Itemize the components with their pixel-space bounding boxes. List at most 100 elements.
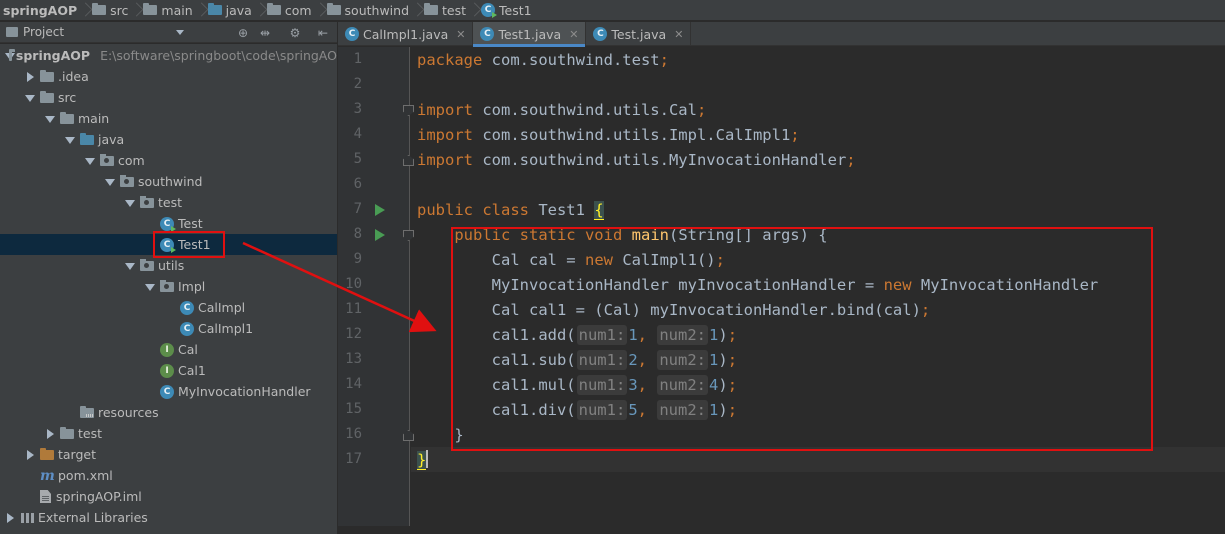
run-icon[interactable] <box>375 229 385 241</box>
tab-label: Test1.java <box>498 26 562 42</box>
close-icon[interactable]: ✕ <box>569 28 578 41</box>
breadcrumb-item[interactable]: java <box>205 0 256 20</box>
expand-down-icon[interactable] <box>43 113 57 125</box>
project-panel-header: Project ⊕ ⇹ ⚙ ⇤ <box>0 22 337 43</box>
annotation-highlight-box <box>153 231 225 258</box>
tree-item-label: Test <box>178 216 203 231</box>
editor-tab[interactable]: C Test1.java ✕ <box>473 22 587 47</box>
expand-down-icon[interactable] <box>23 92 37 104</box>
breadcrumb-item[interactable]: src <box>89 0 132 20</box>
close-icon[interactable]: ✕ <box>674 28 683 41</box>
tree-item[interactable]: resources <box>0 402 337 423</box>
code-token: public class <box>417 201 529 219</box>
expand-down-icon[interactable] <box>143 281 157 293</box>
line-number: 3 <box>353 101 362 117</box>
locate-icon[interactable]: ⊕ <box>236 26 250 40</box>
editor-tab-bar: C CalImpl1.java ✕ C Test1.java ✕ C Test.java ✕ <box>338 22 1225 47</box>
editor-tab[interactable]: C Test.java ✕ <box>586 22 692 46</box>
expand-down-icon[interactable] <box>123 197 137 209</box>
tree-item[interactable]: C CalImpl <box>0 297 337 318</box>
code-token: import <box>417 101 473 119</box>
line-number: 15 <box>345 401 362 417</box>
class-icon: C <box>160 384 174 399</box>
line-number: 10 <box>345 276 362 292</box>
fold-marker-icon[interactable] <box>403 155 414 166</box>
tree-item[interactable]: springAOP.iml <box>0 486 337 507</box>
project-view-selector[interactable]: Project <box>6 25 64 39</box>
no-arrow <box>163 323 177 335</box>
breadcrumb-item[interactable]: C Test1 <box>478 0 536 20</box>
expand-down-icon[interactable] <box>3 50 15 62</box>
tree-item[interactable]: springAOP E:\software\springboot\code\spr… <box>0 45 337 66</box>
folder-icon <box>143 3 158 15</box>
tree-item[interactable]: C CalImpl1 <box>0 318 337 339</box>
breadcrumb-item[interactable]: southwind <box>324 0 413 20</box>
folder-icon <box>92 3 107 15</box>
code-token: package <box>417 51 483 69</box>
horizontal-scrollbar[interactable] <box>338 526 1225 534</box>
run-icon[interactable] <box>375 204 385 216</box>
expand-down-icon[interactable] <box>123 260 137 272</box>
fold-marker-icon[interactable] <box>403 430 414 441</box>
tree-item[interactable]: java <box>0 129 337 150</box>
folder-blue-icon <box>80 132 94 145</box>
code-token: com.southwind.utils.MyInvocationHandler <box>473 151 847 169</box>
tree-item[interactable]: External Libraries <box>0 507 337 528</box>
tree-item-label: MyInvocationHandler <box>178 384 311 399</box>
expand-right-icon[interactable] <box>43 428 57 440</box>
fold-marker-icon[interactable] <box>403 230 414 241</box>
breadcrumb-item[interactable]: main <box>140 0 196 20</box>
code-line: package com.southwind.test; <box>417 48 669 73</box>
close-icon[interactable]: ✕ <box>456 28 465 41</box>
tree-item[interactable]: com <box>0 150 337 171</box>
expand-right-icon[interactable] <box>23 71 37 83</box>
hide-panel-icon[interactable]: ⇤ <box>316 26 330 40</box>
expand-down-icon[interactable] <box>103 176 117 188</box>
code-token: ; <box>696 101 707 119</box>
tree-item[interactable]: I Cal <box>0 339 337 360</box>
tree-item[interactable]: I Cal1 <box>0 360 337 381</box>
breadcrumb-item[interactable]: springAOP <box>0 0 81 20</box>
breadcrumb-label: southwind <box>344 2 410 18</box>
tree-item[interactable]: src <box>0 87 337 108</box>
expand-down-icon[interactable] <box>63 134 77 146</box>
breadcrumb-separator <box>470 0 478 20</box>
code-token: import <box>417 126 473 144</box>
line-number: 2 <box>353 76 362 92</box>
no-arrow <box>143 365 157 377</box>
tree-item[interactable]: test <box>0 192 337 213</box>
breadcrumb-separator <box>132 0 140 20</box>
tree-item[interactable]: utils <box>0 255 337 276</box>
tree-item[interactable]: target <box>0 444 337 465</box>
collapse-all-icon[interactable]: ⇹ <box>258 26 272 40</box>
tree-item[interactable]: main <box>0 108 337 129</box>
tree-item-label: utils <box>158 258 185 273</box>
line-number: 6 <box>353 176 362 192</box>
breadcrumb-label: src <box>110 2 129 18</box>
breadcrumb-item[interactable]: test <box>421 0 470 20</box>
breadcrumb-separator <box>256 0 264 20</box>
class-icon: C <box>481 3 498 18</box>
line-number: 17 <box>345 451 362 467</box>
tree-item[interactable]: test <box>0 423 337 444</box>
folder-orange-icon <box>40 447 54 460</box>
package-icon <box>140 258 154 271</box>
tree-item[interactable]: southwind <box>0 171 337 192</box>
tree-item-label: resources <box>98 405 159 420</box>
expand-right-icon[interactable] <box>3 512 17 524</box>
tree-item[interactable]: Impl <box>0 276 337 297</box>
code-line: import com.southwind.utils.Cal; <box>417 98 706 123</box>
editor-tab[interactable]: C CalImpl1.java ✕ <box>338 22 474 46</box>
tree-item[interactable]: C MyInvocationHandler <box>0 381 337 402</box>
fold-marker-icon[interactable] <box>403 105 414 116</box>
expand-right-icon[interactable] <box>23 449 37 461</box>
tree-item[interactable]: .idea <box>0 66 337 87</box>
project-panel-title: Project <box>23 25 65 39</box>
breadcrumb-item[interactable]: com <box>264 0 316 20</box>
expand-down-icon[interactable] <box>83 155 97 167</box>
gear-icon[interactable]: ⚙ <box>288 26 302 40</box>
code-line: } <box>417 448 429 473</box>
tree-item[interactable]: m pom.xml <box>0 465 337 486</box>
chevron-down-icon[interactable] <box>176 30 184 35</box>
